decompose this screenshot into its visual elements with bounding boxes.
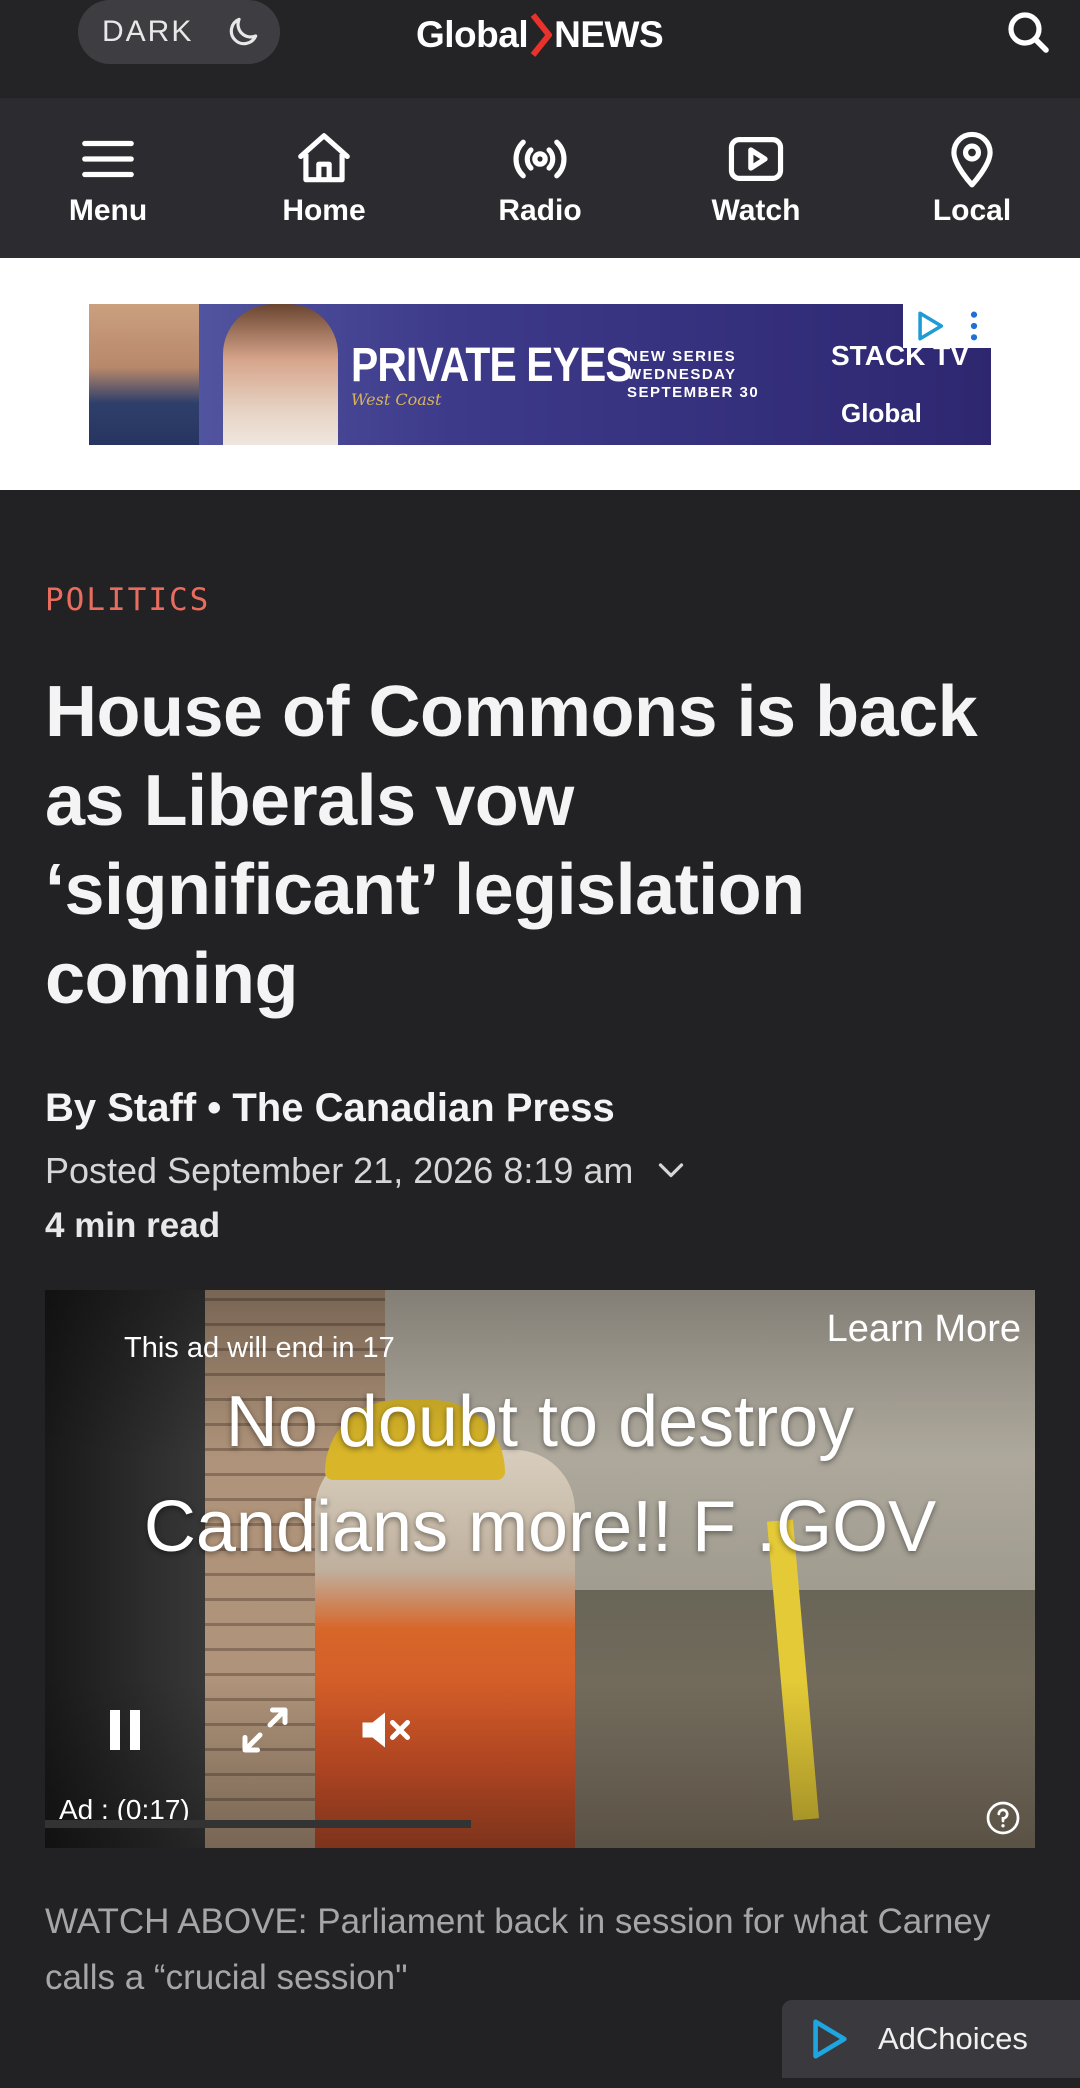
dark-mode-label: DARK — [102, 15, 194, 48]
adchoices-icon — [813, 2019, 847, 2059]
nav-item-home[interactable]: Home — [216, 98, 432, 258]
posted-date: Posted September 21, 2026 8:19 am — [45, 1150, 634, 1191]
search-icon[interactable] — [1004, 8, 1052, 56]
article-byline: By Staff • The Canadian Press — [45, 1086, 615, 1130]
ad-progress-bar — [45, 1820, 471, 1828]
banner-ad[interactable]: PRIVATE EYES West Coast NEW SERIES WEDNE… — [89, 304, 991, 445]
learn-more-link[interactable]: Learn More — [827, 1308, 1021, 1351]
logo-text-global: Global — [416, 14, 529, 55]
dark-mode-toggle[interactable]: DARK — [78, 0, 280, 64]
video-player[interactable]: This ad will end in 17 Learn More No dou… — [45, 1290, 1035, 1848]
nav-item-label: Menu — [68, 194, 148, 227]
ad-title: PRIVATE EYES — [351, 339, 633, 392]
nav-item-radio[interactable]: Radio — [432, 98, 648, 258]
ad-series-line: SEPTEMBER 30 — [627, 384, 760, 401]
main-nav: Menu Home Radio Watch Local — [0, 98, 1080, 258]
article: POLITICS House of Commons is back as Lib… — [0, 490, 1080, 2088]
top-bar: DARK Global NEWS — [0, 0, 1080, 98]
article-category[interactable]: POLITICS — [45, 582, 210, 618]
play-icon — [728, 137, 784, 181]
global-news-logo[interactable]: Global NEWS — [416, 10, 664, 60]
help-icon[interactable] — [985, 1800, 1021, 1836]
pause-icon[interactable] — [95, 1700, 155, 1760]
logo-text-news: NEWS — [554, 14, 664, 55]
adchoices-icon[interactable] — [913, 309, 947, 343]
headline-line: House of Commons is back — [45, 672, 978, 752]
ad-series-info: NEW SERIES WEDNESDAY SEPTEMBER 30 — [627, 348, 759, 402]
menu-icon — [82, 140, 134, 178]
ad-network-global: Global — [841, 398, 922, 428]
overlay-line: No doubt to destroy — [225, 1382, 855, 1462]
nav-item-local[interactable]: Local — [864, 98, 1080, 258]
ad-image-man — [89, 304, 199, 445]
ad-series-line: WEDNESDAY — [627, 366, 737, 383]
nav-item-label: Watch — [711, 194, 801, 227]
video-overlay-text: No doubt to destroy Candians more!! F .G… — [45, 1370, 1035, 1580]
fullscreen-icon[interactable] — [235, 1700, 295, 1760]
mute-icon[interactable] — [355, 1700, 415, 1760]
radio-icon — [513, 139, 567, 179]
nav-item-label: Home — [282, 194, 366, 227]
headline-line: as Liberals vow — [45, 761, 574, 841]
overlay-line: Candians more!! F .GOV — [143, 1487, 937, 1567]
nav-item-label: Radio — [498, 194, 582, 227]
adchoices-label: AdChoices — [878, 2021, 1028, 2056]
article-posted[interactable]: Posted September 21, 2026 8:19 am — [45, 1150, 689, 1192]
adchoices-button[interactable]: AdChoices — [782, 2000, 1080, 2078]
headline-line: coming — [45, 939, 299, 1019]
nav-item-menu[interactable]: Menu — [0, 98, 216, 258]
banner-ad-area: PRIVATE EYES West Coast NEW SERIES WEDNE… — [0, 258, 1080, 490]
nav-item-label: Local — [932, 194, 1012, 227]
chevron-down-icon[interactable] — [653, 1153, 689, 1189]
location-pin-icon — [951, 131, 993, 188]
ad-subtitle: West Coast — [351, 390, 442, 409]
nav-item-watch[interactable]: Watch — [648, 98, 864, 258]
read-time: 4 min read — [45, 1206, 221, 1245]
ad-corner-controls[interactable] — [903, 304, 991, 348]
ad-series-line: NEW SERIES — [627, 348, 737, 365]
logo-chevron-icon — [530, 13, 553, 57]
article-headline: House of Commons is back as Liberals vow… — [45, 668, 1045, 1024]
ad-countdown: This ad will end in 17 — [124, 1332, 395, 1364]
moon-icon — [229, 17, 258, 46]
home-icon — [298, 133, 350, 183]
video-caption: WATCH ABOVE: Parliament back in session … — [45, 1902, 991, 1997]
ad-image-woman — [223, 304, 338, 445]
headline-line: ‘significant’ legislation — [45, 850, 805, 930]
more-options-icon[interactable] — [967, 309, 981, 343]
